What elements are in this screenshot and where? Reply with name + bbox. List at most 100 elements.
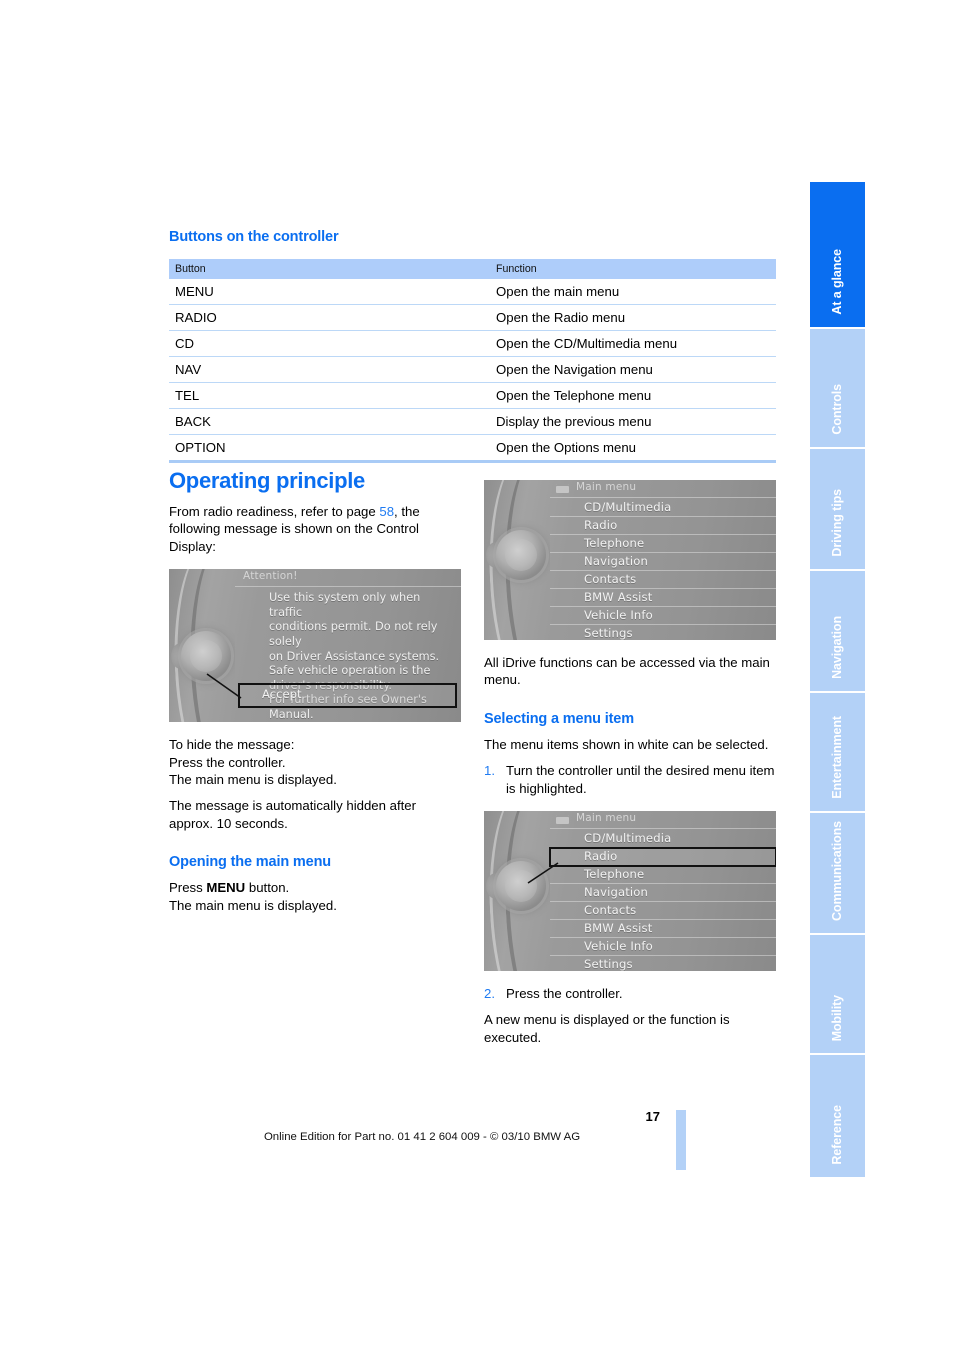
- table-cell-button: OPTION: [169, 434, 490, 463]
- menu-button-key: MENU: [206, 880, 246, 896]
- chapter-tab-label: Entertainment: [829, 716, 844, 799]
- menu-icon: [556, 815, 569, 825]
- table-cell-button: MENU: [169, 279, 490, 305]
- table-header-row: Button Function: [169, 259, 776, 279]
- controller-knob-graphic: [484, 480, 550, 640]
- menu-item[interactable]: CD/Multimedia: [550, 830, 776, 849]
- buttons-on-controller-heading: Buttons on the controller: [169, 229, 339, 245]
- table-row: TEL Open the Telephone menu: [169, 382, 776, 409]
- all-functions-paragraph: All iDrive functions can be accessed via…: [484, 655, 770, 688]
- menu-item[interactable]: Settings: [550, 956, 776, 971]
- dialog-message-line: Use this system only when traffic: [269, 591, 421, 619]
- menu-item[interactable]: Navigation: [550, 884, 776, 903]
- hide-message-line: To hide the message:: [169, 737, 295, 753]
- menu-item[interactable]: BMW Assist: [550, 589, 776, 607]
- menu-item[interactable]: Navigation: [550, 553, 776, 571]
- footer-edition-label: Online Edition for Part no. 01 41 2 604 …: [263, 1131, 581, 1143]
- chapter-tab-label: At a glance: [829, 249, 844, 315]
- intro-text-part1: From radio readiness, refer to page: [169, 504, 380, 519]
- chapter-tab-driving-tips[interactable]: Driving tips: [810, 449, 865, 569]
- table-cell-button: CD: [169, 330, 490, 357]
- menu-item[interactable]: Radio: [550, 517, 776, 535]
- table-row: BACK Display the previous menu: [169, 408, 776, 435]
- button-label: button.: [245, 880, 290, 896]
- table-cell-button: RADIO: [169, 304, 490, 331]
- menu-item[interactable]: Vehicle Info: [550, 607, 776, 625]
- chapter-tab-label: Mobility: [829, 994, 844, 1041]
- main-menu-displayed-line: The main menu is displayed.: [169, 897, 337, 913]
- footer-edition-text: Online Edition for Part no. 01 41 2 604 …: [0, 1131, 954, 1143]
- table-header-function: Function: [490, 259, 776, 279]
- chapter-tab-label: Communications: [829, 821, 844, 921]
- menu-icon: [556, 484, 569, 493]
- opening-main-menu-heading: Opening the main menu: [169, 854, 332, 871]
- selecting-menu-item-heading: Selecting a menu item: [484, 710, 634, 727]
- table-row: MENU Open the main menu: [169, 279, 776, 305]
- right-column: Main menu CD/Multimedia Radio Telephone Nav…: [484, 480, 776, 1046]
- main-menu-selected-screenshot: Main menu CD/Multimedia Radio Telephone Nav…: [484, 811, 776, 972]
- table-header-button: Button: [169, 259, 490, 279]
- step-one: 1. Turn the controller until the desired…: [484, 762, 776, 797]
- hide-message-line: The main menu is displayed.: [169, 772, 337, 788]
- step-two-text: Press the controller.: [506, 986, 623, 1002]
- menu-item[interactable]: Contacts: [550, 902, 776, 921]
- page-number: 17: [645, 1109, 660, 1124]
- accept-button-label: Accept: [262, 687, 302, 702]
- chapter-tab-navigation[interactable]: Navigation: [810, 571, 865, 691]
- left-column: Operating principle From radio readiness…: [169, 468, 461, 914]
- table-row: OPTION Open the Options menu: [169, 434, 776, 463]
- table-cell-button: NAV: [169, 356, 490, 383]
- table-cell-function: Open the Radio menu: [490, 304, 776, 331]
- chapter-tab-controls[interactable]: Controls: [810, 329, 865, 447]
- menu-item[interactable]: CD/Multimedia: [550, 499, 776, 517]
- document-page: Buttons on the controller Button Functio…: [0, 0, 954, 1350]
- dialog-message-line: on Driver Assistance systems.: [269, 649, 440, 663]
- dialog-title-bar: Attention!: [235, 569, 461, 588]
- menu-item[interactable]: Settings: [550, 625, 776, 640]
- chapter-tab-at-a-glance[interactable]: At a glance: [810, 182, 865, 327]
- table-cell-function: Open the main menu: [490, 279, 776, 305]
- menu-item[interactable]: Telephone: [550, 535, 776, 553]
- menu-item[interactable]: Contacts: [550, 571, 776, 589]
- step-one-number: 1.: [484, 763, 495, 779]
- chapter-tab-reference[interactable]: Reference: [810, 1055, 865, 1177]
- hide-message-line: Press the controller.: [169, 754, 286, 770]
- opening-main-menu-instructions: Press MENU button. The main menu is disp…: [169, 879, 461, 914]
- menu-title-bar: Main menu: [550, 811, 776, 830]
- table-cell-function: Display the previous menu: [490, 408, 776, 435]
- hide-message-instructions: To hide the message: Press the controlle…: [169, 736, 461, 788]
- dialog-message-line: Safe vehicle operation is the: [269, 664, 431, 678]
- dialog-title: Attention!: [243, 570, 298, 583]
- chapter-tab-mobility[interactable]: Mobility: [810, 935, 865, 1053]
- white-items-paragraph: The menu items shown in white can be sel…: [484, 736, 769, 752]
- table-cell-function: Open the CD/Multimedia menu: [490, 330, 776, 357]
- operating-intro-paragraph: From radio readiness, refer to page 58, …: [169, 503, 461, 555]
- menu-item[interactable]: BMW Assist: [550, 920, 776, 939]
- page-reference-link[interactable]: 58: [379, 504, 394, 519]
- controller-knob-graphic: [169, 569, 235, 723]
- accept-button[interactable]: Accept: [238, 683, 457, 709]
- chapter-tab-strip: At a glance Controls Driving tips Navigatio…: [810, 182, 865, 1179]
- chapter-tab-communications[interactable]: Communications: [810, 813, 865, 933]
- press-menu-line: Press MENU button.: [169, 879, 461, 896]
- after-step-two-paragraph: A new menu is displayed or the function …: [484, 1012, 730, 1045]
- attention-dialog-screenshot: Attention! Use this system only when tra…: [169, 569, 461, 723]
- chapter-tab-label: Navigation: [829, 616, 844, 679]
- menu-item[interactable]: Vehicle Info: [550, 938, 776, 957]
- table-cell-button: TEL: [169, 382, 490, 409]
- dialog-message-line: conditions permit. Do not rely solely: [269, 620, 438, 648]
- menu-title-bar: Main menu: [550, 480, 776, 498]
- table-cell-function: Open the Options menu: [490, 434, 776, 463]
- main-menu-items: CD/Multimedia Radio Telephone Navigation Con…: [549, 830, 776, 971]
- controller-knob-graphic: [484, 811, 550, 972]
- buttons-table: Button Function MENU Open the main menu RA…: [169, 259, 776, 463]
- table-cell-button: BACK: [169, 408, 490, 435]
- table-row: CD Open the CD/Multimedia menu: [169, 330, 776, 357]
- auto-hide-paragraph: The message is automatically hidden afte…: [169, 798, 417, 831]
- table-cell-function: Open the Navigation menu: [490, 356, 776, 383]
- menu-item[interactable]: Radio: [549, 847, 776, 868]
- step-two-number: 2.: [484, 986, 495, 1002]
- menu-item[interactable]: Telephone: [550, 866, 776, 885]
- press-label: Press: [169, 880, 207, 896]
- chapter-tab-entertainment[interactable]: Entertainment: [810, 693, 865, 811]
